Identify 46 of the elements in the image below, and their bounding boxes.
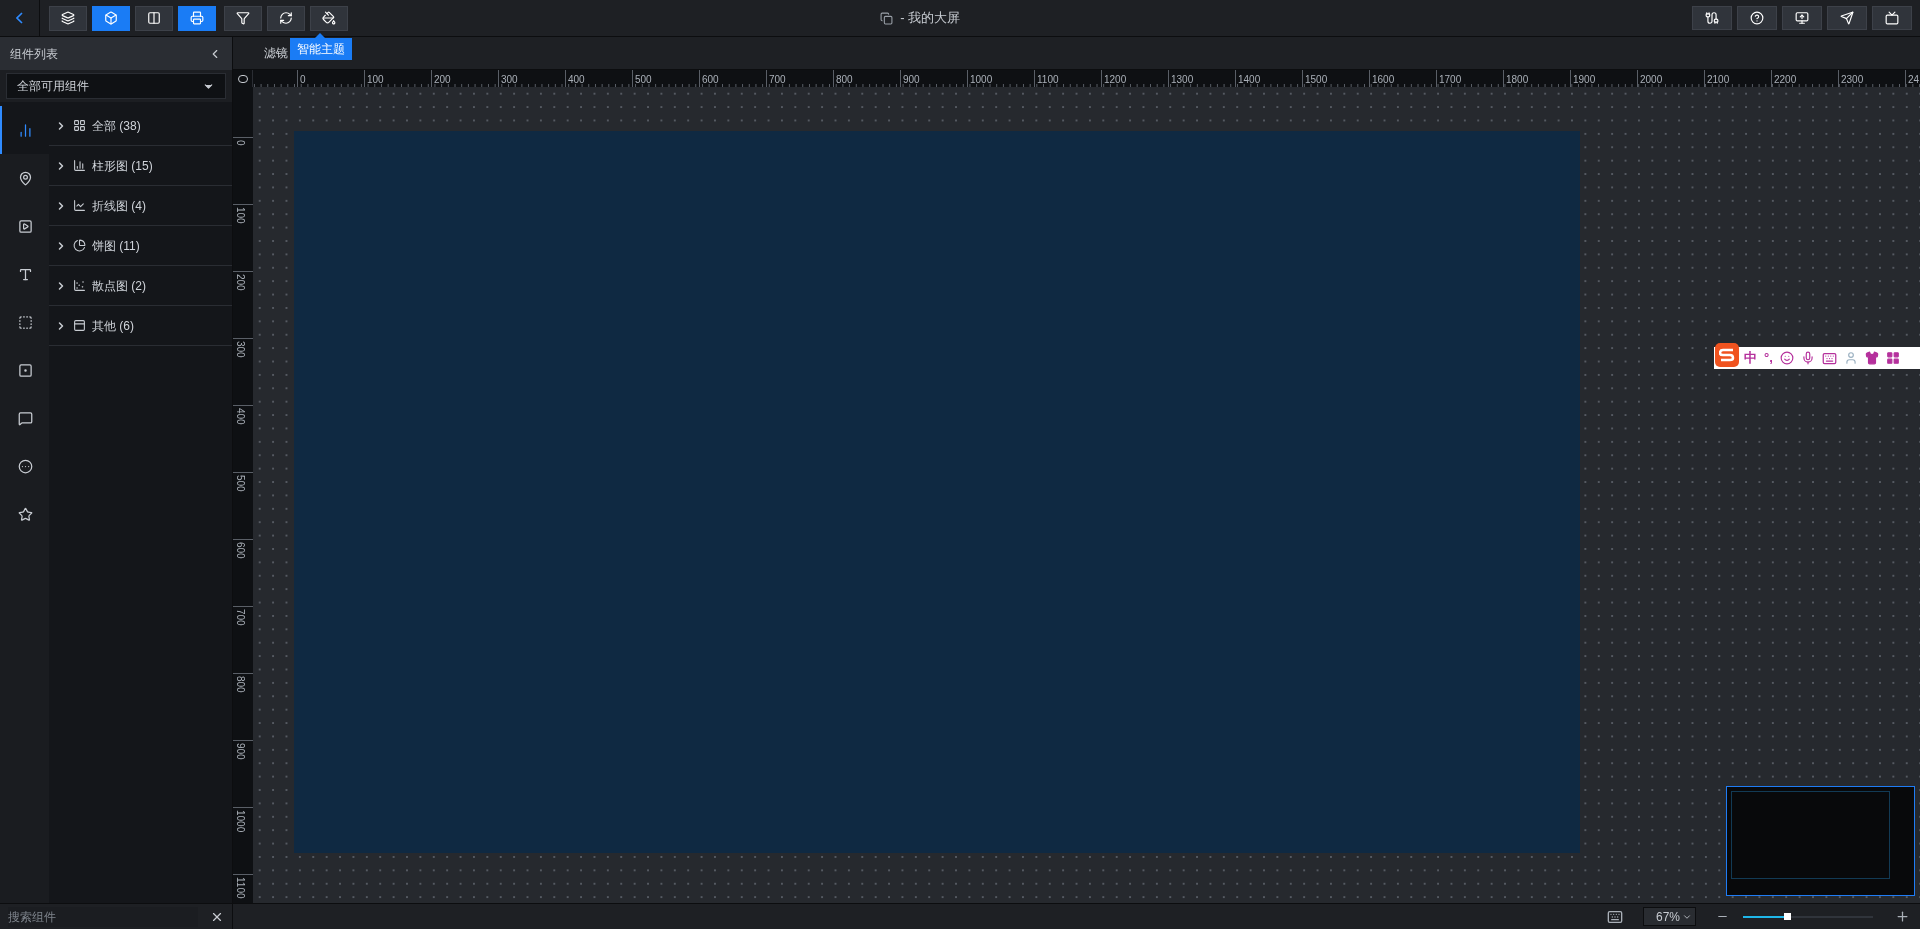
- ruler-label: 700: [235, 609, 245, 626]
- ruler-label: 200: [235, 274, 245, 291]
- ruler-label: 400: [568, 74, 585, 85]
- ruler-label: 600: [702, 74, 719, 85]
- ruler-label: 400: [235, 408, 245, 425]
- ruler-label: 2200: [1774, 74, 1797, 85]
- ruler-label: 1300: [1171, 74, 1194, 85]
- category-label: 其他 (6): [92, 317, 134, 335]
- category-label: 全部 (38): [92, 117, 141, 135]
- ruler-label: 1100: [235, 877, 245, 899]
- ruler-label: 2300: [1841, 74, 1864, 85]
- ruler-label: 24: [1908, 74, 1920, 85]
- ruler-label: 0: [235, 140, 245, 146]
- ruler-label: 1900: [1573, 74, 1596, 85]
- window-title: - 我的大屏: [899, 9, 961, 28]
- ruler-label: 500: [635, 74, 652, 85]
- ruler-label: 1200: [1104, 74, 1127, 85]
- category-label: 柱形图 (15): [92, 157, 153, 175]
- ruler-label: 700: [769, 74, 786, 85]
- ruler-label: 1500: [1305, 74, 1328, 85]
- ruler-label: 900: [903, 74, 920, 85]
- category-label: 散点图 (2): [92, 277, 146, 295]
- ruler-label: 500: [235, 475, 245, 492]
- ruler-label: 2100: [1707, 74, 1730, 85]
- ruler-label: 1400: [1238, 74, 1261, 85]
- ruler-label: 1100: [1037, 74, 1059, 85]
- ruler-label: 1000: [970, 74, 993, 85]
- ruler-label: 600: [235, 542, 245, 559]
- ruler-label: 800: [235, 676, 245, 693]
- ruler-label: 300: [235, 341, 245, 358]
- category-label: 饼图 (11): [92, 237, 140, 255]
- ruler-label: 2000: [1640, 74, 1663, 85]
- ruler-label: 0: [300, 74, 306, 85]
- ruler-label: 1700: [1439, 74, 1462, 85]
- category-label: 折线图 (4): [92, 197, 146, 215]
- ruler-label: 1800: [1506, 74, 1529, 85]
- panel-title: 组件列表: [10, 45, 58, 63]
- ruler-label: 900: [235, 743, 245, 760]
- ruler-label: 1600: [1372, 74, 1395, 85]
- ruler-label: 800: [836, 74, 853, 85]
- ruler-label: 1000: [235, 810, 245, 833]
- ruler-label: 100: [235, 207, 245, 224]
- ruler-label: 300: [501, 74, 518, 85]
- ruler-label: 100: [367, 74, 384, 85]
- tooltip-text: 智能主题: [297, 41, 345, 58]
- ruler-label: 200: [434, 74, 451, 85]
